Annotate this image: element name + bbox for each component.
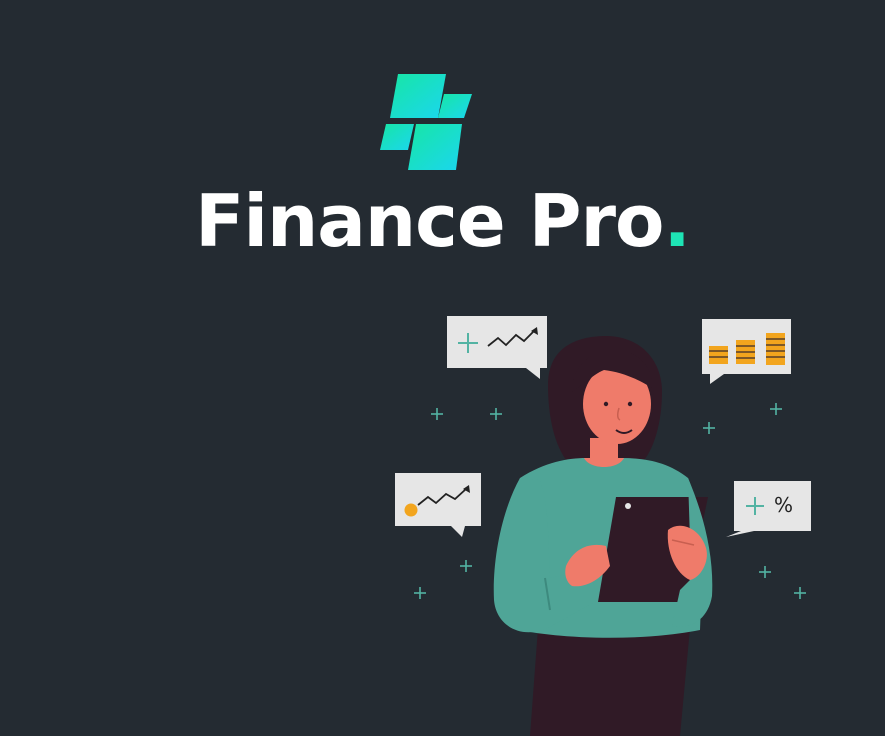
plus-icon (703, 422, 715, 434)
plus-icon (770, 403, 782, 415)
finance-illustration: % (395, 316, 811, 736)
plus-icon (431, 408, 443, 420)
trend-bubble (447, 316, 547, 379)
orange-dot-icon (404, 503, 418, 517)
percent-icon: % (774, 493, 793, 517)
coins-bubble (702, 319, 791, 384)
plus-icon (460, 560, 472, 572)
hero-banner: Finance Pro. % (0, 0, 885, 736)
plus-icon (414, 587, 426, 599)
plus-icon (490, 408, 502, 420)
plus-icon (794, 587, 806, 599)
plus-icon (759, 566, 771, 578)
growth-bubble (395, 473, 481, 537)
percent-bubble: % (726, 481, 811, 537)
woman-figure (493, 336, 713, 736)
